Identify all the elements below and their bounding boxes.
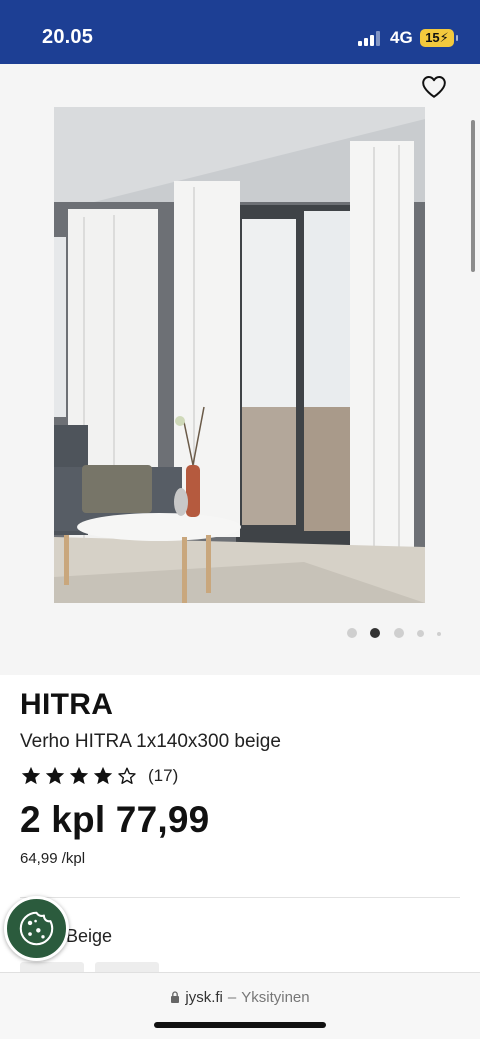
star-outline-icon <box>118 767 136 785</box>
gallery-dot[interactable] <box>437 632 441 636</box>
star-filled-icon <box>45 766 65 785</box>
battery-icon: 15⚡ <box>420 29 458 47</box>
gallery-dot[interactable] <box>394 628 404 638</box>
star-filled-icon <box>69 766 89 785</box>
home-indicator[interactable] <box>154 1022 326 1028</box>
status-bar: 20.05 4G 15⚡ <box>0 0 480 64</box>
url-domain: jysk.fi <box>185 989 223 1006</box>
gallery-dot[interactable] <box>417 630 424 637</box>
product-image[interactable] <box>54 107 425 603</box>
browsing-mode: Yksityinen <box>241 989 310 1006</box>
lock-icon <box>171 991 180 1003</box>
product-rating[interactable]: (17) <box>20 764 178 788</box>
product-price: 2 kpl 77,99 <box>20 799 210 840</box>
status-time: 20.05 <box>42 26 94 48</box>
unit-price: 64,99 /kpl <box>20 850 86 867</box>
review-count[interactable]: (17) <box>148 766 178 786</box>
heart-icon[interactable] <box>421 75 447 99</box>
star-filled-icon <box>93 766 113 785</box>
product-gallery[interactable] <box>0 64 480 675</box>
browser-address-bar[interactable]: jysk.fi – Yksityinen <box>0 972 480 1039</box>
cookie-settings-button[interactable] <box>4 896 69 961</box>
product-brand: HITRA <box>20 688 114 721</box>
cookie-icon <box>19 911 54 946</box>
network-type: 4G <box>390 28 413 47</box>
divider <box>20 897 460 898</box>
battery-level: 15 <box>425 30 440 45</box>
color-label: Beige <box>66 926 113 946</box>
gallery-dot[interactable] <box>347 628 357 638</box>
url-line[interactable]: jysk.fi – Yksityinen <box>0 989 480 1006</box>
gallery-dot-active[interactable] <box>370 628 380 638</box>
signal-icon <box>358 31 382 46</box>
scrollbar[interactable] <box>471 120 475 272</box>
product-title: Verho HITRA 1x140x300 beige <box>20 731 281 752</box>
star-filled-icon <box>21 766 41 785</box>
url-separator: – <box>227 989 237 1006</box>
